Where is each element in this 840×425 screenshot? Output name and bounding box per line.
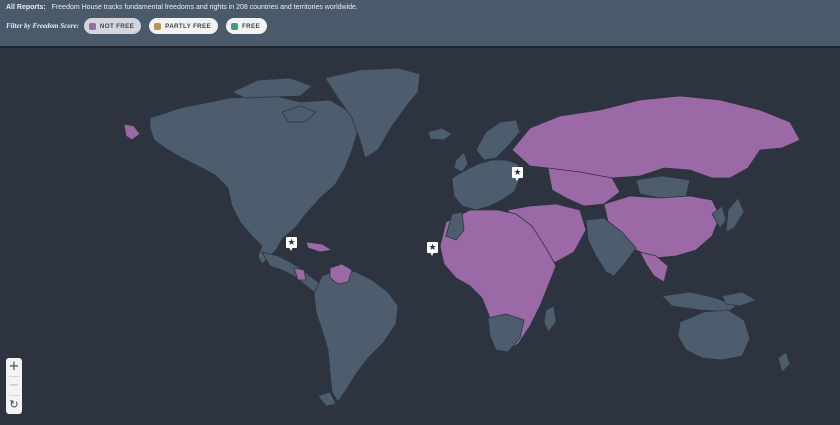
filter-not-free-button[interactable]: NOT FREE [83, 18, 142, 34]
korea-japan-region[interactable] [711, 197, 745, 233]
new-guinea-region[interactable] [721, 291, 757, 307]
north-america-region[interactable] [149, 95, 359, 265]
reports-label: All Reports: [6, 4, 46, 11]
freedom-score-filter: Filter by Freedom Score: NOT FREE PARTLY… [6, 18, 275, 34]
australia-region[interactable] [677, 309, 751, 361]
filter-label: Filter by Freedom Score: [6, 22, 79, 30]
star-icon: ★ [513, 167, 522, 177]
not-free-swatch-icon [88, 22, 96, 30]
russia-region[interactable] [511, 95, 801, 179]
alaska-outline-region [123, 123, 141, 141]
filter-partly-free-label: PARTLY FREE [165, 22, 212, 30]
nicaragua-region[interactable] [293, 267, 307, 281]
filter-free-label: FREE [242, 22, 261, 30]
free-swatch-icon [231, 22, 239, 30]
zoom-out-button[interactable]: − [6, 377, 22, 395]
cuba-region[interactable] [305, 241, 334, 253]
top-banner: All Reports: Freedom House tracks fundame… [0, 0, 840, 48]
southern-africa-region[interactable] [487, 313, 525, 353]
iceland-region[interactable] [427, 127, 453, 141]
filter-partly-free-button[interactable]: PARTLY FREE [149, 18, 219, 34]
filter-free-button[interactable]: FREE [226, 18, 268, 34]
south-america-region[interactable] [313, 269, 399, 403]
west-africa-report-marker[interactable]: ★ [427, 242, 438, 256]
world-map[interactable] [0, 48, 840, 425]
central-america-region[interactable] [261, 251, 323, 293]
partly-free-swatch-icon [154, 22, 162, 30]
star-icon: ★ [287, 237, 296, 247]
eastern-europe-report-marker[interactable]: ★ [512, 167, 523, 181]
reports-intro: All Reports: Freedom House tracks fundame… [6, 4, 358, 11]
reports-description: Freedom House tracks fundamental freedom… [51, 4, 358, 11]
madagascar-region[interactable] [543, 305, 557, 333]
scandinavia-region[interactable] [475, 119, 521, 161]
new-zealand-region[interactable] [777, 351, 791, 373]
mexico-report-marker[interactable]: ★ [286, 237, 297, 251]
zoom-controls: + − ↻ [6, 358, 22, 414]
star-icon: ★ [428, 242, 437, 252]
mongolia-region[interactable] [635, 175, 691, 199]
british-isles-region[interactable] [453, 151, 469, 173]
filter-not-free-label: NOT FREE [99, 22, 135, 30]
zoom-in-button[interactable]: + [6, 358, 22, 376]
reset-view-icon[interactable]: ↻ [6, 396, 22, 414]
